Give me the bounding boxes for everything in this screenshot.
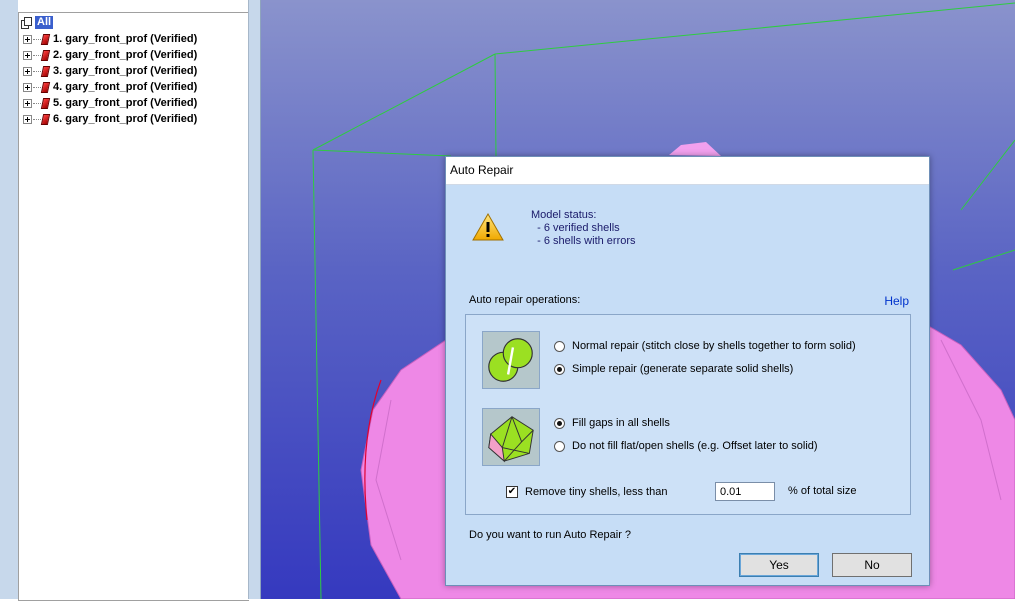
auto-repair-dialog: Auto Repair Model status: - 6 verified s…: [445, 156, 930, 586]
tree-item-label[interactable]: 2. gary_front_prof (Verified): [53, 49, 197, 61]
fill-gaps-radio[interactable]: [554, 417, 565, 429]
part-icon: [40, 49, 51, 61]
simple-repair-label[interactable]: Simple repair (generate separate solid s…: [572, 363, 793, 375]
normal-repair-option[interactable]: Normal repair (stitch close by shells to…: [554, 340, 856, 352]
mesh-top: [669, 142, 721, 156]
expand-icon[interactable]: [23, 98, 32, 108]
tree-item[interactable]: 5. gary_front_prof (Verified): [23, 96, 197, 110]
expand-icon[interactable]: [23, 50, 32, 60]
fill-gaps-label[interactable]: Fill gaps in all shells: [572, 417, 670, 429]
tree-item[interactable]: 3. gary_front_prof (Verified): [23, 64, 197, 78]
normal-repair-label[interactable]: Normal repair (stitch close by shells to…: [572, 340, 856, 352]
expand-icon[interactable]: [23, 114, 32, 124]
status-line: - 6 verified shells: [531, 222, 620, 234]
tiny-shell-threshold-input[interactable]: [715, 482, 775, 501]
simple-repair-radio[interactable]: [554, 363, 565, 375]
normal-repair-radio[interactable]: [554, 340, 565, 352]
yes-button[interactable]: Yes: [739, 553, 819, 577]
tree-item-label[interactable]: 1. gary_front_prof (Verified): [53, 33, 197, 45]
operations-box: Normal repair (stitch close by shells to…: [465, 314, 911, 515]
tree-item[interactable]: 1. gary_front_prof (Verified): [23, 32, 197, 46]
part-icon: [40, 97, 51, 109]
tree-root-label[interactable]: All: [35, 15, 54, 29]
tiny-shell-suffix: % of total size: [788, 485, 857, 497]
fill-gaps-image: [482, 408, 540, 466]
part-icon: [40, 113, 51, 125]
remove-tiny-checkbox[interactable]: ✔: [506, 486, 518, 498]
no-fill-label[interactable]: Do not fill flat/open shells (e.g. Offse…: [572, 440, 818, 452]
tree-root[interactable]: All: [21, 15, 54, 29]
copy-icon: [21, 16, 32, 29]
expand-icon[interactable]: [23, 66, 32, 76]
tree-item-label[interactable]: 5. gary_front_prof (Verified): [53, 97, 197, 109]
tree-item-label[interactable]: 4. gary_front_prof (Verified): [53, 81, 197, 93]
part-icon: [40, 65, 51, 77]
operations-label: Auto repair operations:: [469, 294, 581, 306]
part-tree-panel[interactable]: All 1. gary_front_prof (Verified) 2. gar…: [18, 12, 249, 601]
dialog-titlebar[interactable]: Auto Repair: [446, 157, 929, 185]
remove-tiny-label[interactable]: Remove tiny shells, less than: [525, 486, 667, 498]
no-fill-option[interactable]: Do not fill flat/open shells (e.g. Offse…: [554, 440, 818, 452]
fill-gaps-option[interactable]: Fill gaps in all shells: [554, 417, 670, 429]
tree-item[interactable]: 2. gary_front_prof (Verified): [23, 48, 197, 62]
tree-item[interactable]: 4. gary_front_prof (Verified): [23, 80, 197, 94]
dialog-title: Auto Repair: [450, 163, 514, 177]
model-status: Model status: - 6 verified shells - 6 sh…: [531, 209, 636, 248]
tree-item-label[interactable]: 6. gary_front_prof (Verified): [53, 113, 197, 125]
help-link[interactable]: Help: [884, 294, 909, 308]
left-edge-strip: [0, 0, 18, 599]
status-line: - 6 shells with errors: [531, 235, 636, 247]
no-fill-radio[interactable]: [554, 440, 565, 452]
warning-icon: [472, 212, 504, 241]
expand-icon[interactable]: [23, 34, 32, 44]
tree-item-label[interactable]: 3. gary_front_prof (Verified): [53, 65, 197, 77]
simple-repair-option[interactable]: Simple repair (generate separate solid s…: [554, 363, 793, 375]
shells-repair-image: [482, 331, 540, 389]
part-icon: [40, 33, 51, 45]
remove-tiny-option[interactable]: ✔ Remove tiny shells, less than: [506, 486, 667, 498]
no-button[interactable]: No: [832, 553, 912, 577]
confirm-question: Do you want to run Auto Repair ?: [469, 529, 632, 541]
expand-icon[interactable]: [23, 82, 32, 92]
tree-item[interactable]: 6. gary_front_prof (Verified): [23, 112, 197, 126]
panel-splitter[interactable]: [248, 0, 261, 599]
status-heading: Model status:: [531, 209, 597, 221]
part-icon: [40, 81, 51, 93]
